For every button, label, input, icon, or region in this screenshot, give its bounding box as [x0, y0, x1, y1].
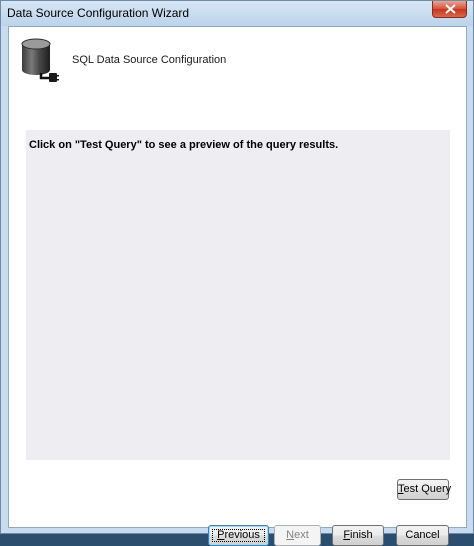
finish-label: inish — [350, 529, 373, 541]
next-access-key: N — [286, 529, 295, 541]
previous-label: revious — [224, 529, 260, 541]
wizard-header: SQL Data Source Configuration — [9, 27, 466, 93]
preview-instruction: Click on "Test Query" to see a preview o… — [29, 139, 339, 151]
cancel-label: Cancel — [405, 529, 440, 541]
close-icon — [445, 4, 456, 14]
page-title: SQL Data Source Configuration — [72, 54, 227, 66]
next-button[interactable]: Next — [274, 525, 321, 546]
query-preview-panel: Click on "Test Query" to see a preview o… — [26, 130, 450, 460]
database-plug-icon — [21, 38, 59, 82]
test-query-button[interactable]: Test Query — [397, 479, 452, 500]
test-query-label: est Query — [403, 483, 452, 495]
title-bar[interactable]: Data Source Configuration Wizard — [1, 1, 473, 26]
wizard-client-area: SQL Data Source Configuration Click on "… — [8, 26, 467, 546]
wizard-window: Data Source Configuration Wizard SQL Dat… — [0, 0, 474, 546]
finish-button[interactable]: Finish — [332, 525, 384, 546]
cancel-button[interactable]: Cancel — [396, 525, 449, 546]
wizard-body: Click on "Test Query" to see a preview o… — [9, 93, 466, 546]
previous-button[interactable]: Previous — [208, 525, 269, 546]
next-label: ext — [294, 529, 309, 541]
close-button[interactable] — [432, 1, 467, 18]
window-title: Data Source Configuration Wizard — [7, 6, 190, 20]
